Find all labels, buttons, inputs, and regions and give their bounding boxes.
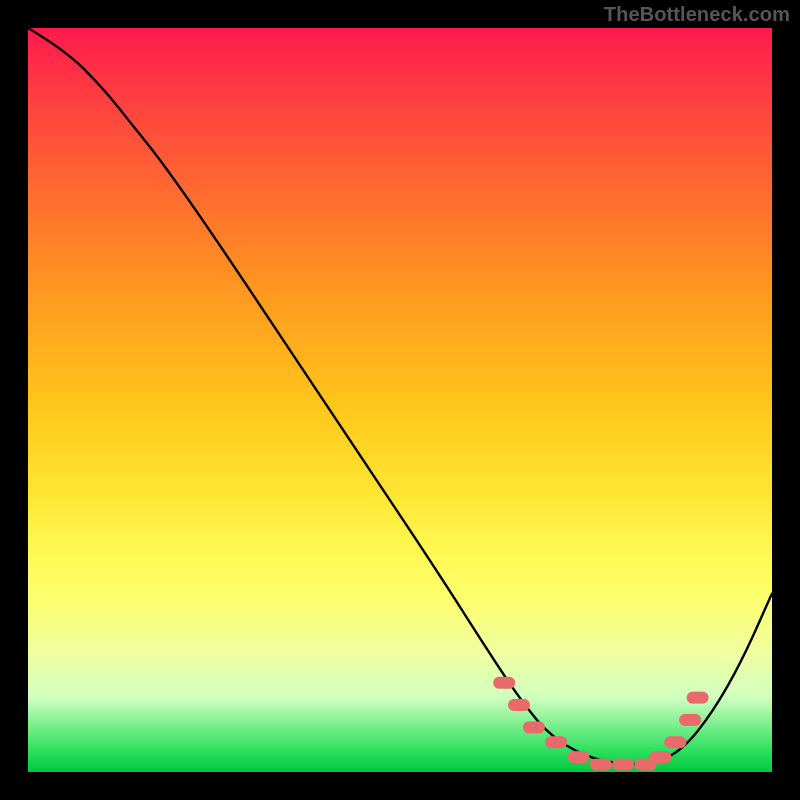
marker-pill bbox=[612, 759, 634, 771]
plot-area bbox=[28, 28, 772, 772]
marker-pill bbox=[568, 751, 590, 763]
chart-frame: TheBottleneck.com bbox=[0, 0, 800, 800]
marker-pill bbox=[493, 677, 515, 689]
highlight-markers bbox=[493, 677, 708, 771]
watermark-text: TheBottleneck.com bbox=[604, 4, 790, 27]
marker-pill bbox=[649, 751, 671, 763]
marker-pill bbox=[590, 759, 612, 771]
marker-pill bbox=[545, 736, 567, 748]
marker-pill bbox=[523, 721, 545, 733]
marker-pill bbox=[687, 692, 709, 704]
marker-layer bbox=[28, 28, 772, 772]
marker-pill bbox=[679, 714, 701, 726]
marker-pill bbox=[664, 736, 686, 748]
marker-pill bbox=[508, 699, 530, 711]
